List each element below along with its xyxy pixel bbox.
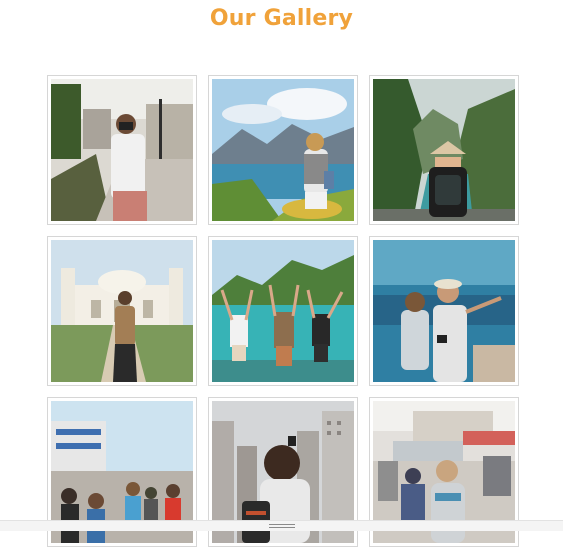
photo-icon [373, 79, 515, 221]
photo-icon [51, 240, 193, 382]
photo-icon [212, 79, 354, 221]
photo-icon [212, 240, 354, 382]
photo-icon [373, 240, 515, 382]
drag-handle-icon[interactable] [269, 524, 295, 529]
gallery-photo-6[interactable] [369, 236, 519, 386]
gallery-title: Our Gallery [209, 6, 354, 31]
gallery-photo-1[interactable] [47, 75, 197, 225]
gallery-photo-4[interactable] [47, 236, 197, 386]
gallery-photo-3[interactable] [369, 75, 519, 225]
gallery-photo-5[interactable] [208, 236, 358, 386]
gallery-photo-2[interactable] [208, 75, 358, 225]
photo-icon [51, 79, 193, 221]
bottom-bar [0, 520, 563, 531]
